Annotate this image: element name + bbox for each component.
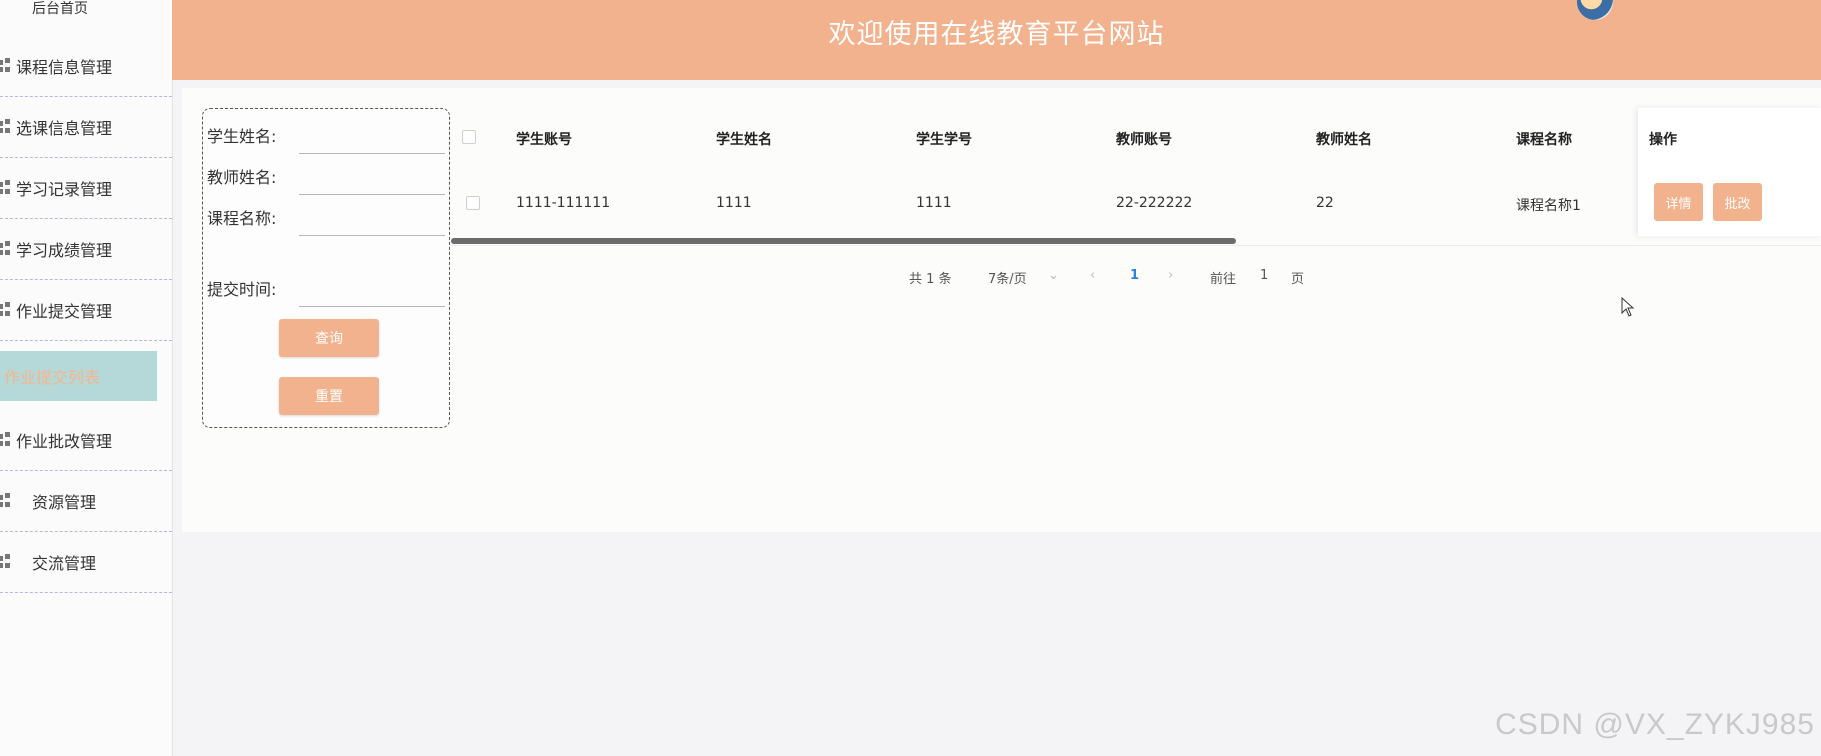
menu-icon — [0, 432, 12, 448]
page-title: 欢迎使用在线教育平台网站 — [828, 19, 1165, 50]
sidebar-subitem-label: 作业提交列表 — [4, 368, 101, 387]
top-header: 欢迎使用在线教育平台网站 — [172, 0, 1821, 80]
pagination-total: 共 1 条 — [909, 272, 952, 287]
next-page-icon[interactable]: › — [1168, 268, 1173, 283]
sidebar-item-label: 作业批改管理 — [16, 432, 113, 451]
menu-icon — [0, 554, 12, 570]
cell-course-name: 课程名称1 — [1516, 198, 1581, 214]
sidebar-item-course-info[interactable]: 课程信息管理 — [0, 36, 172, 97]
column-header: 学生学号 — [916, 132, 972, 148]
page-number-current[interactable]: 1 — [1130, 268, 1139, 283]
column-header-actions: 操作 — [1649, 132, 1677, 148]
reset-button[interactable]: 重置 — [279, 377, 379, 415]
sidebar-subitem-homework-submit-list[interactable]: 作业提交列表 — [0, 351, 157, 401]
submit-time-input[interactable] — [299, 306, 445, 307]
column-header: 教师姓名 — [1316, 132, 1372, 148]
sidebar-item-homework-grading[interactable]: 作业批改管理 — [0, 410, 172, 471]
mouse-cursor-icon — [1621, 297, 1635, 317]
sidebar-item-label: 作业提交管理 — [16, 302, 113, 321]
sidebar-item-study-grades[interactable]: 学习成绩管理 — [0, 219, 172, 280]
cell-teacher-account: 22-222222 — [1116, 195, 1193, 211]
watermark: CSDN @VX_ZYKJ985 — [1495, 708, 1815, 741]
sidebar-item-label: 课程信息管理 — [16, 58, 113, 77]
query-button[interactable]: 查询 — [279, 319, 379, 357]
cell-teacher-name: 22 — [1316, 195, 1334, 211]
goto-label: 前往 — [1210, 272, 1237, 287]
detail-button[interactable]: 详情 — [1654, 183, 1703, 221]
prev-page-icon[interactable]: ‹ — [1090, 268, 1095, 283]
sidebar-item-resources[interactable]: 资源管理 — [0, 471, 172, 532]
menu-icon — [0, 58, 12, 74]
menu-icon — [0, 180, 12, 196]
chevron-down-icon[interactable]: ⌄ — [1048, 268, 1059, 283]
menu-icon — [0, 241, 12, 257]
sidebar-item-label: 学习记录管理 — [16, 180, 113, 199]
sidebar-item-communication[interactable]: 交流管理 — [0, 532, 172, 593]
menu-icon — [0, 302, 12, 318]
horizontal-scrollbar[interactable] — [451, 238, 1236, 244]
teacher-name-input[interactable] — [299, 194, 445, 195]
sidebar-item-label: 学习成绩管理 — [16, 241, 113, 260]
cell-student-name: 1111 — [716, 195, 752, 211]
student-name-label: 学生姓名: — [207, 127, 277, 146]
cell-student-id: 1111 — [916, 195, 952, 211]
divider — [451, 245, 1821, 246]
sidebar: 后台首页 课程信息管理 选课信息管理 学习记录管理 学习成绩管理 作业提交管理 … — [0, 0, 173, 756]
menu-icon — [0, 119, 12, 135]
menu-icon — [0, 493, 12, 509]
page-size-select[interactable]: 7条/页 — [988, 268, 1027, 287]
sidebar-item-study-record[interactable]: 学习记录管理 — [0, 158, 172, 219]
column-header: 教师账号 — [1116, 132, 1172, 148]
cell-student-account: 1111-111111 — [516, 195, 611, 211]
column-header: 学生姓名 — [716, 132, 772, 148]
column-header: 课程名称 — [1516, 132, 1572, 148]
sidebar-item-label: 交流管理 — [32, 554, 97, 573]
select-all-checkbox[interactable] — [462, 130, 476, 144]
column-header: 学生账号 — [516, 132, 572, 148]
sidebar-item-homework-submit[interactable]: 作业提交管理 — [0, 280, 172, 341]
goto-page-input[interactable]: 1 — [1260, 268, 1268, 283]
course-name-input[interactable] — [299, 235, 445, 236]
sidebar-home-link[interactable]: 后台首页 — [0, 0, 120, 18]
student-name-input[interactable] — [299, 153, 445, 154]
search-form: 学生姓名: 教师姓名: 课程名称: 提交时间: 查询 重置 — [202, 108, 450, 428]
row-checkbox[interactable] — [466, 196, 480, 210]
teacher-name-label: 教师姓名: — [207, 168, 277, 187]
course-name-label: 课程名称: — [207, 209, 277, 228]
sidebar-item-label: 资源管理 — [32, 493, 97, 512]
page-suffix-label: 页 — [1291, 272, 1305, 287]
sidebar-item-course-selection[interactable]: 选课信息管理 — [0, 97, 172, 158]
sidebar-item-label: 选课信息管理 — [16, 119, 113, 138]
grade-button[interactable]: 批改 — [1713, 183, 1762, 221]
submit-time-label: 提交时间: — [207, 280, 277, 299]
